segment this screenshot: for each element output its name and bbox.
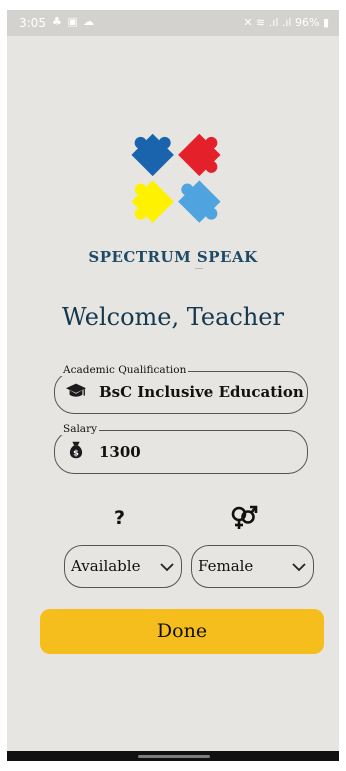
notification-icon: ♣ (52, 15, 63, 28)
gender-select[interactable]: Female (191, 545, 314, 588)
wifi-icon: ≋ (256, 16, 266, 29)
puzzle-piece-blue (131, 133, 174, 177)
home-gesture-handle[interactable] (138, 755, 210, 758)
availability-select-value: Available (71, 557, 141, 575)
divider (195, 268, 203, 269)
svg-text:$: $ (73, 448, 79, 458)
battery-icon: ▮ (322, 16, 329, 29)
status-bar: 3:05 ♣ ▣ ☁ ✕ ≋ .ıl .ıl 96% ▮ (7, 10, 339, 36)
image-icon: ▣ (67, 15, 79, 28)
gender-select-value: Female (198, 557, 254, 575)
salary-value: 1300 (99, 443, 141, 461)
signal-icon: .ıl (281, 16, 292, 29)
chevron-down-icon (292, 563, 306, 572)
brand-name: SPECTRUM SPEAK (88, 248, 258, 266)
signal-icon: .ıl (268, 16, 279, 29)
navigation-bar (7, 751, 339, 761)
salary-label: Salary (61, 423, 100, 435)
availability-select[interactable]: Available (64, 545, 182, 588)
puzzle-logo (131, 133, 221, 223)
salary-field[interactable]: Salary $ 1300 (54, 423, 308, 474)
chevron-down-icon (160, 563, 174, 572)
status-time: 3:05 (19, 16, 46, 30)
qualification-label: Academic Qualification (61, 364, 189, 376)
page-title: Welcome, Teacher (62, 303, 284, 331)
app-screen: 3:05 ♣ ▣ ☁ ✕ ≋ .ıl .ıl 96% ▮ SPECTRUM SP… (7, 10, 339, 761)
qualification-value: BsC Inclusive Education (99, 383, 304, 401)
battery-percent: 96% (294, 16, 320, 29)
money-bag-icon: $ (69, 441, 83, 459)
notification-icons: ♣ ▣ ☁ (52, 15, 95, 28)
cloud-icon: ☁ (83, 15, 96, 28)
puzzle-piece-red (178, 133, 221, 177)
done-button[interactable]: Done (40, 609, 324, 654)
availability-label: ? (114, 507, 126, 529)
puzzle-piece-yellow (131, 180, 174, 223)
graduation-cap-icon (65, 383, 87, 397)
gender-icon (231, 505, 258, 529)
qualification-field[interactable]: Academic Qualification BsC Inclusive Edu… (54, 364, 308, 414)
system-icons: ✕ ≋ .ıl .ıl 96% ▮ (243, 16, 329, 29)
puzzle-piece-lightblue (178, 180, 221, 223)
mute-icon: ✕ (243, 16, 253, 29)
